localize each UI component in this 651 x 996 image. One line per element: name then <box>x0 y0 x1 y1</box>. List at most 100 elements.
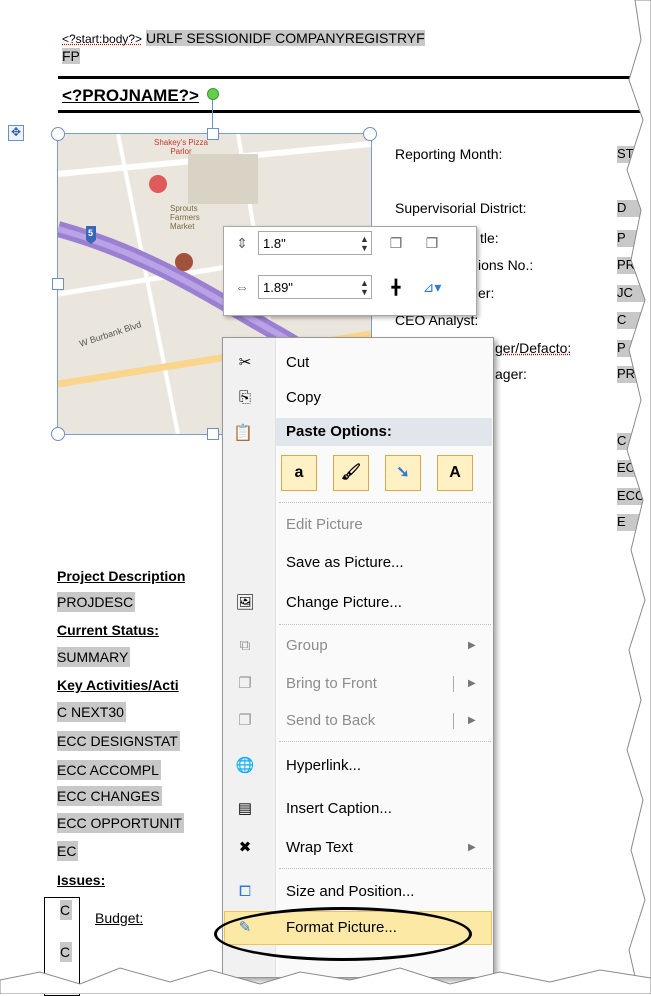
summary-field: SUMMARY <box>57 647 130 667</box>
highlight-ellipse-annotation <box>214 907 472 961</box>
submenu-arrow-icon: ▶ <box>468 706 476 736</box>
ecc-designstat-field: ECC DESIGNSTAT <box>57 731 180 751</box>
project-manager-label: ger/Defacto: <box>495 340 571 356</box>
menu-item-change-picture[interactable]: 🖼 Change Picture... <box>224 588 492 618</box>
picture-size-toolbar: ⇕ 1.8" ▲ ▼ ❐ ❐ ⇔ 1.89" ▲ ▼ ╋ ⊿▾ <box>223 226 477 316</box>
project-title-label: tle: <box>480 230 499 246</box>
arrow-paste-icon: ➘ <box>396 464 409 481</box>
menu-item-hyperlink-label: Hyperlink... <box>286 751 361 781</box>
menu-item-size-and-position[interactable]: ⧠ Size and Position... <box>224 877 492 907</box>
ecc-accompl-field: ECC ACCOMPL <box>57 760 161 780</box>
width-spinner-icon[interactable]: ▲ ▼ <box>360 279 369 297</box>
manager-label: er: <box>478 285 494 301</box>
paste-keep-source-button[interactable]: a <box>281 455 317 491</box>
torn-edge-bottom <box>0 954 651 994</box>
split-divider <box>453 676 454 692</box>
submenu-arrow-icon: ▶ <box>468 631 476 661</box>
key-activities-heading: Key Activities/Acti <box>57 675 179 695</box>
brush-icon: 🖌 <box>341 464 361 481</box>
header-fields-line2: FP <box>62 48 80 64</box>
menu-item-edit-picture[interactable]: Edit Picture <box>224 510 492 540</box>
context-menu: ✂ Cut ⎘ Copy 📋 Paste Options: a 🖌 ➘ A Ed… <box>222 337 494 978</box>
caption-icon: ▤ <box>234 799 256 819</box>
torn-edge-right <box>621 0 651 994</box>
resize-handle-tl[interactable] <box>51 127 65 141</box>
menu-item-change-picture-label: Change Picture... <box>286 588 402 618</box>
rotate-handle[interactable] <box>207 88 219 100</box>
menu-item-send-to-back-label: Send to Back <box>286 706 375 736</box>
shape-height-input[interactable]: 1.8" <box>258 231 372 255</box>
menu-item-hyperlink[interactable]: 🌐 Hyperlink... <box>224 751 492 781</box>
supervisorial-district-label: Supervisorial District: <box>395 200 526 216</box>
split-divider <box>453 713 454 729</box>
bring-forward-icon[interactable]: ❐ <box>386 233 406 253</box>
menu-item-insert-caption[interactable]: ▤ Insert Caption... <box>224 794 492 824</box>
ec-field: EC <box>57 841 78 861</box>
change-picture-icon: 🖼 <box>234 593 256 613</box>
menu-separator <box>279 741 491 742</box>
menu-item-send-to-back[interactable]: ❐ Send to Back ▶ <box>224 706 492 736</box>
projname-field: <?PROJNAME?> <box>62 86 199 106</box>
menu-item-cut-label: Cut <box>286 348 309 378</box>
document-page: <?start:body?> URLF SESSIONIDF COMPANYRE… <box>0 0 651 994</box>
menu-separator <box>279 502 491 503</box>
issues-heading: Issues: <box>57 870 105 890</box>
map-label-interstate: 5 <box>88 228 93 238</box>
resize-handle-t[interactable] <box>207 128 219 140</box>
menu-item-copy-label: Copy <box>286 383 321 413</box>
send-backward-icon[interactable]: ❐ <box>422 233 442 253</box>
paste-keep-source-icon: a <box>295 464 304 481</box>
menu-item-save-as-picture-label: Save as Picture... <box>286 548 404 578</box>
group-icon: ⧉ <box>234 636 256 656</box>
map-label-pizza: Shakey's Pizza Parlor <box>146 138 216 156</box>
shape-width-icon: ⇔ <box>232 277 252 297</box>
menu-item-copy[interactable]: ⎘ Copy <box>224 383 492 413</box>
bring-to-front-icon: ❐ <box>234 674 256 694</box>
resize-handle-l[interactable] <box>52 278 64 290</box>
submenu-arrow-icon: ▶ <box>468 669 476 699</box>
issues-c1-field: C <box>60 900 72 920</box>
header-fields: <?start:body?> URLF SESSIONIDF COMPANYRE… <box>62 30 622 65</box>
resize-handle-b[interactable] <box>207 428 219 440</box>
menu-item-group-label: Group <box>286 631 328 661</box>
send-to-back-icon: ❐ <box>234 711 256 731</box>
menu-item-group[interactable]: ⧉ Group ▶ <box>224 631 492 661</box>
menu-item-size-and-position-label: Size and Position... <box>286 877 414 907</box>
header-rule-top <box>58 76 651 79</box>
scissors-icon: ✂ <box>234 353 256 373</box>
menu-item-wrap-text-label: Wrap Text <box>286 833 353 863</box>
current-status-heading: Current Status: <box>57 620 159 640</box>
specifications-label: ions No.: <box>478 257 533 273</box>
manager2-label: ager: <box>495 366 527 382</box>
paste-text-only-button[interactable]: A <box>437 455 473 491</box>
resize-handle-tr[interactable] <box>363 127 377 141</box>
shape-width-input[interactable]: 1.89" <box>258 275 372 299</box>
paste-merge-format-button[interactable]: 🖌 <box>333 455 369 491</box>
table-move-handle-icon[interactable]: ✥ <box>8 125 24 141</box>
menu-item-insert-caption-label: Insert Caption... <box>286 794 392 824</box>
paste-options-header: Paste Options: <box>276 418 492 446</box>
header-rule-bottom <box>58 110 651 113</box>
menu-item-wrap-text[interactable]: ✖ Wrap Text ▶ <box>224 833 492 863</box>
crop-icon[interactable]: ╋ <box>386 277 406 297</box>
rotate-flip-icon[interactable]: ⊿▾ <box>422 277 442 297</box>
paste-picture-button[interactable]: ➘ <box>385 455 421 491</box>
header-fields-line1: URLF SESSIONIDF COMPANYREGISTRYF <box>146 30 425 46</box>
paste-text-only-icon: A <box>449 464 461 481</box>
menu-item-save-as-picture[interactable]: Save as Picture... <box>224 548 492 578</box>
size-position-icon: ⧠ <box>234 882 256 902</box>
copy-icon: ⎘ <box>234 388 256 408</box>
menu-item-cut[interactable]: ✂ Cut <box>224 348 492 378</box>
height-spinner-icon[interactable]: ▲ ▼ <box>360 235 369 253</box>
submenu-arrow-icon: ▶ <box>468 833 476 863</box>
projdesc-field: PROJDESC <box>57 592 135 612</box>
project-description-heading: Project Description <box>57 566 185 586</box>
resize-handle-bl[interactable] <box>51 427 65 441</box>
hyperlink-globe-icon: 🌐 <box>234 756 256 776</box>
menu-item-bring-to-front-label: Bring to Front <box>286 669 377 699</box>
menu-item-bring-to-front[interactable]: ❐ Bring to Front ▶ <box>224 669 492 699</box>
ecc-opportunit-field: ECC OPPORTUNIT <box>57 813 184 833</box>
map-label-sprouts: Sprouts Farmers Market <box>170 204 226 231</box>
shape-height-icon: ⇕ <box>232 233 252 253</box>
menu-item-edit-picture-label: Edit Picture <box>286 510 363 540</box>
